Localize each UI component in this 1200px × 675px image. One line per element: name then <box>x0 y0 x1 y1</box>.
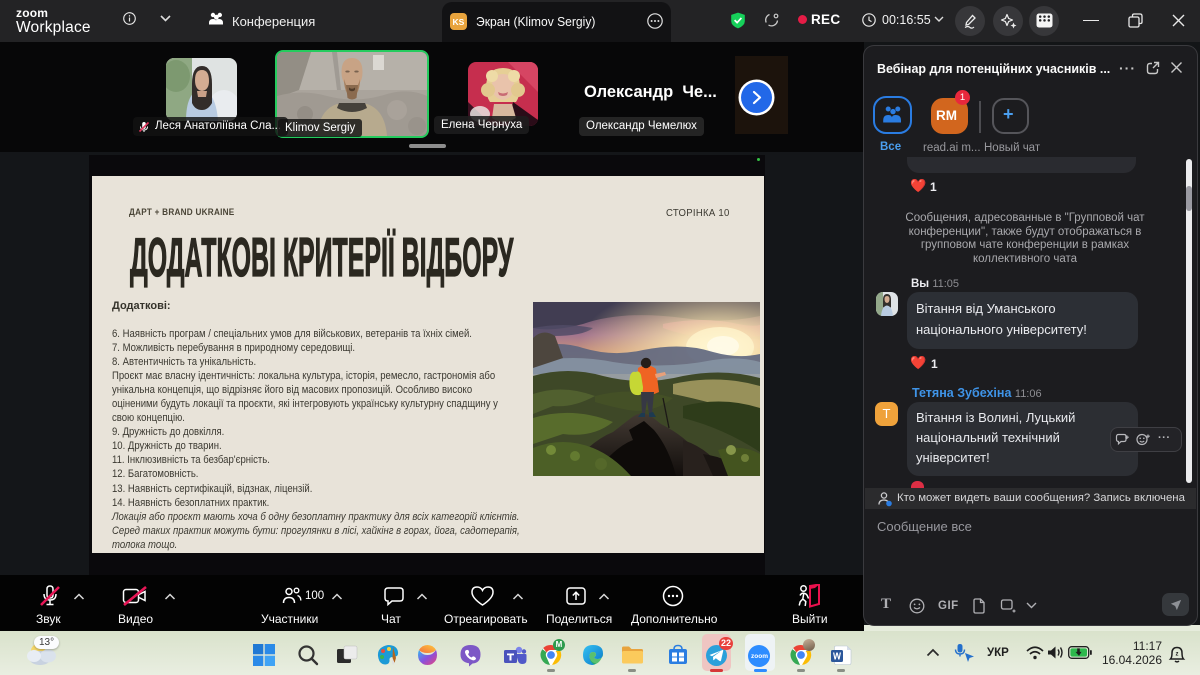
svg-text:z: z <box>1176 652 1179 658</box>
